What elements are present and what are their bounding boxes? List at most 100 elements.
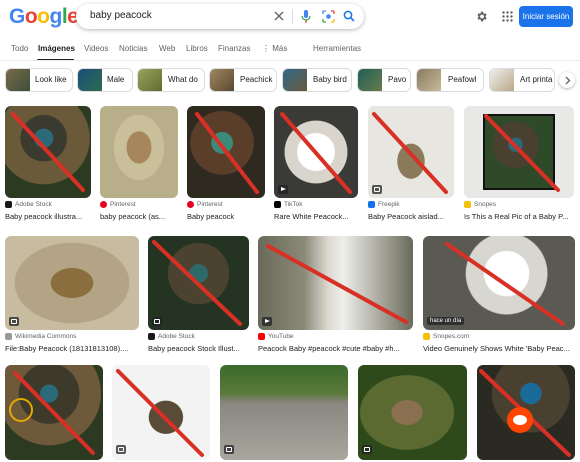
header-divider — [0, 60, 580, 61]
chip-label: Peafowl — [448, 75, 477, 84]
result-thumbnail[interactable]: hace un día — [423, 236, 575, 330]
image-result[interactable]: Adobe Stock Baby peacock Stock Illust... — [148, 236, 249, 356]
google-images-page: Google baby peacock Iniciar sesión Todo … — [0, 0, 580, 462]
chip-label: Look like — [35, 75, 67, 84]
search-box[interactable]: baby peacock — [76, 4, 364, 29]
image-result[interactable]: TikTok Rare White Peacock... — [274, 106, 358, 226]
microphone-icon[interactable] — [300, 9, 312, 23]
image-result[interactable]: YouTube Peacock Baby #peacock #cute #bab… — [258, 236, 413, 356]
tab-more[interactable]: ⋮ Más — [262, 44, 287, 53]
image-badge-icon — [152, 317, 162, 326]
image-result[interactable]: Snopes Is This a Real Pic of a Baby P... — [464, 106, 574, 226]
image-result[interactable] — [5, 365, 103, 460]
tab-images[interactable]: Imágenes — [38, 44, 75, 53]
tab-books[interactable]: Libros — [186, 44, 208, 53]
result-thumbnail[interactable] — [258, 236, 413, 330]
image-result[interactable] — [477, 365, 575, 460]
chip-baby-bird[interactable]: Baby bird — [282, 68, 352, 92]
image-result[interactable] — [112, 365, 210, 460]
lens-icon[interactable] — [321, 9, 335, 23]
result-title[interactable]: File:Baby Peacock (18131813108).... — [5, 344, 139, 353]
apps-grid-icon[interactable] — [500, 9, 514, 23]
red-strike-mark — [152, 240, 242, 326]
search-input[interactable]: baby peacock — [90, 10, 152, 21]
result-thumbnail[interactable] — [112, 365, 210, 460]
chip-art-print[interactable]: Art printa — [489, 68, 555, 92]
result-thumbnail[interactable] — [464, 106, 574, 198]
result-thumbnail[interactable] — [368, 106, 454, 198]
result-thumbnail[interactable] — [5, 236, 139, 330]
chip-label: Pavo — [388, 75, 407, 84]
result-thumbnail[interactable] — [477, 365, 575, 460]
tab-videos[interactable]: Videos — [84, 44, 108, 53]
search-icon[interactable] — [342, 9, 356, 23]
chip-what-do[interactable]: What do — [137, 68, 205, 92]
result-thumbnail[interactable] — [187, 106, 265, 198]
result-title[interactable]: Rare White Peacock... — [274, 212, 358, 221]
image-result[interactable] — [220, 365, 348, 460]
result-thumbnail[interactable] — [5, 106, 91, 198]
image-result[interactable]: Pinterest Baby peacock — [187, 106, 265, 226]
result-thumbnail[interactable] — [274, 106, 358, 198]
image-result[interactable]: Adobe Stock Baby peacock illustra... — [5, 106, 91, 226]
result-source: Freepik — [378, 201, 400, 208]
chip-look-like[interactable]: Look like — [5, 68, 73, 92]
image-result[interactable] — [358, 365, 467, 460]
tab-finance[interactable]: Finanzas — [218, 44, 250, 53]
result-thumbnail[interactable] — [148, 236, 249, 330]
result-title[interactable]: Video Genuinely Shows White 'Baby Peac..… — [423, 344, 575, 353]
chip-thumbnail — [490, 69, 514, 91]
image-badge-icon — [362, 445, 372, 454]
image-result[interactable]: hace un día Snopes.com Video Genuinely S… — [423, 236, 575, 356]
sign-in-button[interactable]: Iniciar sesión — [519, 6, 573, 27]
result-title[interactable]: Is This a Real Pic of a Baby P... — [464, 212, 574, 221]
result-thumbnail[interactable] — [220, 365, 348, 460]
image-result[interactable]: Freepik Baby Peacock aislad... — [368, 106, 454, 226]
result-thumbnail[interactable] — [100, 106, 178, 198]
reddit-logo-icon — [507, 407, 533, 433]
result-title[interactable]: Baby peacock illustra... — [5, 212, 91, 221]
red-strike-mark — [484, 114, 560, 192]
chip-thumbnail — [358, 69, 382, 91]
image-result[interactable]: Wikimedia Commons File:Baby Peacock (181… — [5, 236, 139, 356]
google-logo[interactable]: Google — [9, 5, 79, 29]
result-title[interactable]: baby peacock (as... — [100, 212, 178, 221]
chip-male[interactable]: Male — [77, 68, 133, 92]
chip-thumbnail — [417, 69, 441, 91]
source-favicon — [423, 333, 430, 340]
chip-pavo[interactable]: Pavo — [357, 68, 411, 92]
result-title[interactable]: Baby peacock Stock Illust... — [148, 344, 249, 353]
chip-thumbnail — [6, 69, 30, 91]
image-badge-icon — [372, 185, 382, 194]
search-tabs: Todo Imágenes Videos Noticias Web Libros… — [0, 40, 580, 61]
settings-gear-icon[interactable] — [474, 9, 488, 23]
chips-next-chevron-icon[interactable] — [559, 72, 575, 88]
result-thumbnail[interactable] — [358, 365, 467, 460]
result-thumbnail[interactable] — [5, 365, 103, 460]
chip-label: Male — [107, 75, 125, 84]
result-title[interactable]: Baby peacock — [187, 212, 265, 221]
red-strike-mark — [11, 112, 85, 192]
chip-peachick[interactable]: Peachick — [209, 68, 277, 92]
search-divider — [292, 9, 293, 24]
chip-peafowl[interactable]: Peafowl — [416, 68, 484, 92]
result-source: TikTok — [284, 201, 303, 208]
image-result[interactable]: Pinterest baby peacock (as... — [100, 106, 178, 226]
tab-all[interactable]: Todo — [11, 44, 28, 53]
tab-web[interactable]: Web — [159, 44, 175, 53]
source-favicon — [148, 333, 155, 340]
result-title[interactable]: Baby Peacock aislad... — [368, 212, 454, 221]
source-favicon — [464, 201, 471, 208]
chip-label: Baby bird — [313, 75, 347, 84]
result-source: Pinterest — [110, 201, 136, 208]
tab-news[interactable]: Noticias — [119, 44, 147, 53]
result-source: Adobe Stock — [15, 201, 52, 208]
red-strike-mark — [266, 244, 408, 324]
chip-thumbnail — [283, 69, 307, 91]
result-title[interactable]: Peacock Baby #peacock #cute #baby #h... — [258, 344, 413, 353]
red-strike-mark — [13, 371, 95, 455]
red-strike-mark — [116, 369, 204, 457]
tab-tools[interactable]: Herramientas — [313, 44, 361, 53]
clear-icon[interactable] — [273, 10, 285, 22]
source-favicon — [5, 333, 12, 340]
